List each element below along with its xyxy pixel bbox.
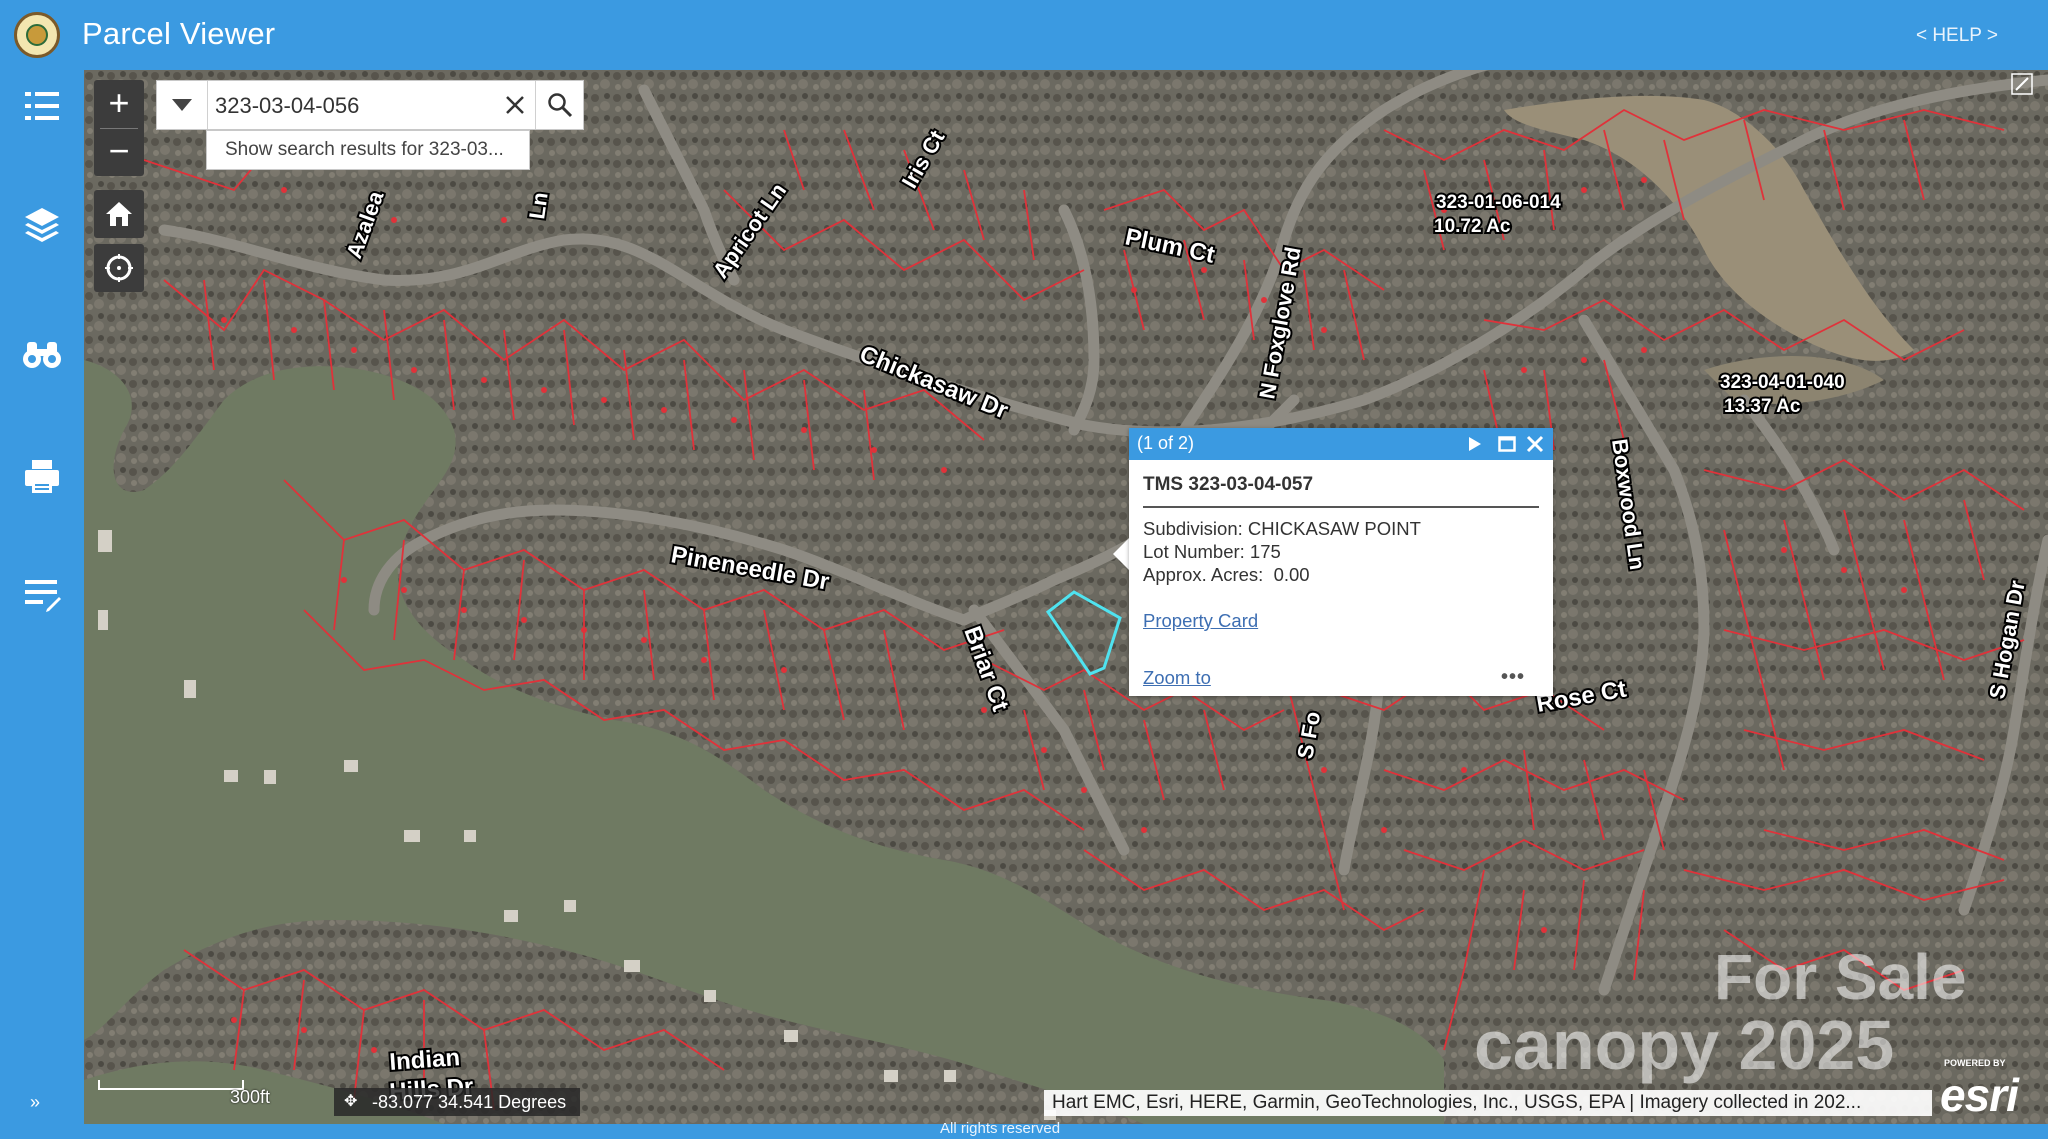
chevron-down-icon [172,99,192,111]
search-button[interactable] [535,81,584,129]
road-label: Indian [389,1044,461,1076]
locate-button[interactable] [94,244,144,292]
esri-wordmark: esri [1940,1069,2019,1121]
search-input[interactable] [213,87,467,125]
popup-title: TMS 323-03-04-057 [1143,474,1314,495]
parcel-id-label: 323-04-01-040 [1720,372,1845,393]
map-attribution: Hart EMC, Esri, HERE, Garmin, GeoTechnol… [1044,1090,1932,1116]
watermark-text: For Sale [1714,941,1967,1013]
close-icon [506,96,524,114]
scale-label: 300ft [230,1087,271,1107]
search-icon [548,93,573,118]
layers-icon[interactable] [18,200,66,248]
map-view[interactable]: Iris Ct Apricot Ln Azalea Ln Plum Ct N F… [84,70,2048,1124]
expand-sidebar-icon[interactable]: » [30,1092,40,1113]
maximize-icon [1498,436,1516,452]
help-link[interactable]: < HELP > [1916,25,1998,47]
app-header: Parcel Viewer < HELP > [0,0,2048,70]
home-icon [106,202,132,226]
binoculars-icon[interactable] [18,330,66,378]
clear-search-button[interactable] [495,81,535,129]
road-label: Ln [524,191,552,221]
zoom-to-link[interactable]: Zoom to [1143,667,1211,689]
crosshair-icon: ✥ [344,1093,358,1110]
popup-pointer [1113,538,1129,570]
property-card-link[interactable]: Property Card [1143,610,1258,632]
zoom-out-button[interactable]: − [94,128,144,174]
locate-icon [105,254,133,282]
acres-field: Approx. Acres: 0.00 [1143,564,1310,585]
popup-count: (1 of 2) [1137,433,1195,453]
edit-list-icon[interactable] [18,570,66,618]
play-icon [1469,437,1481,451]
footer-text: All rights reserved [940,1120,1061,1137]
search-widget [156,80,584,130]
coordinate-text: -83.077 34.541 Degrees [372,1092,567,1112]
zoom-in-button[interactable]: + [94,80,144,126]
feature-popup: (1 of 2) TMS 323-03-04-057 Subdivision: … [1129,428,1553,696]
close-icon [1526,435,1544,453]
lot-number-field: Lot Number: 175 [1143,541,1281,562]
county-seal-icon [14,12,60,58]
zoom-controls: + − [94,80,144,176]
home-button[interactable] [94,190,144,238]
print-icon[interactable] [18,452,66,500]
next-feature-button[interactable] [1463,432,1487,456]
app-title: Parcel Viewer [82,16,276,51]
tool-sidebar [0,70,84,1124]
popup-header: (1 of 2) [1129,428,1553,460]
app-footer: All rights reserved [0,1120,2048,1139]
edit-icon[interactable] [2010,72,2034,96]
more-actions-button[interactable]: ••• [1501,666,1525,689]
coordinate-readout[interactable]: ✥ -83.077 34.541 Degrees [334,1088,581,1116]
search-source-dropdown[interactable] [157,81,208,129]
search-suggestion[interactable]: Show search results for 323-03... [206,130,530,170]
scale-bar [98,1080,244,1090]
popup-divider [1143,506,1539,508]
legend-list-icon[interactable] [18,82,66,130]
close-popup-button[interactable] [1523,432,1547,456]
watermark-text: canopy 2025 [1474,1006,1895,1084]
maximize-button[interactable] [1495,432,1519,456]
subdivision-field: Subdivision: CHICKASAW POINT [1143,518,1421,539]
parcel-acres-label: 13.37 Ac [1724,396,1801,417]
parcel-id-label: 323-01-06-014 [1436,192,1561,213]
esri-powered-text: POWERED BY [1944,1058,2006,1068]
parcel-acres-label: 10.72 Ac [1434,216,1511,237]
